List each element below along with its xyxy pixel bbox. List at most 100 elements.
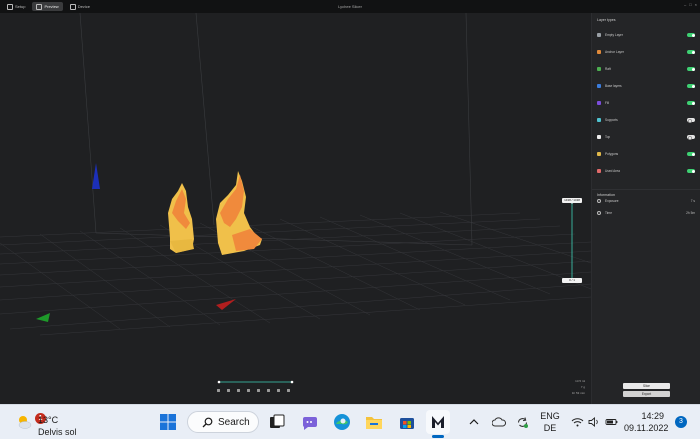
window-title: Lychee Slicer — [338, 4, 362, 9]
layer-types-title: Layer types — [597, 18, 616, 22]
export-button[interactable]: Export — [623, 391, 670, 397]
close-icon[interactable]: × — [695, 2, 697, 7]
playback-controls — [217, 389, 290, 392]
battery-icon — [605, 419, 617, 425]
clock-time: 14:29 — [641, 411, 664, 421]
search-label: Search — [218, 416, 250, 428]
layer-label: Empty Layer — [605, 33, 623, 37]
tab-setup[interactable]: Setup — [3, 2, 29, 11]
layer-visibility-toggle[interactable] — [687, 50, 695, 54]
layer-visibility-toggle[interactable] — [687, 101, 695, 105]
store-button[interactable] — [395, 410, 419, 434]
start-button[interactable] — [156, 410, 180, 434]
home-icon — [7, 3, 13, 10]
chat-icon — [302, 417, 317, 430]
taskbar-search[interactable]: Search — [187, 411, 259, 433]
layer-visibility-toggle[interactable] — [687, 152, 695, 156]
windows-icon — [160, 414, 176, 430]
cloud-icon — [492, 417, 506, 427]
weather-widget[interactable]: 1 13°C Delvis sol — [14, 410, 94, 437]
show-hidden-icons-button[interactable] — [466, 405, 482, 439]
lang-line1: ENG — [540, 411, 560, 421]
taskbar-clock[interactable]: 14:29 09.11.2022 — [624, 410, 669, 434]
right-panel: Layer types Empty Layer Anchor Layer Raft B… — [591, 13, 700, 404]
speaker-icon — [588, 417, 598, 427]
title-bar: Setup Preview Device Lychee Slicer – □ × — [0, 0, 700, 13]
layer-color-swatch — [597, 84, 601, 88]
layer-label: Polygons — [605, 152, 619, 156]
sync-button[interactable] — [513, 405, 531, 439]
x-axis-marker — [216, 299, 236, 310]
model-left[interactable] — [168, 183, 194, 253]
lychee-slicer-button[interactable] — [426, 410, 450, 434]
layers-icon — [36, 3, 43, 10]
layer-label: Anchor Layer — [605, 50, 624, 54]
z-axis-marker — [92, 163, 100, 189]
loop-icon — [287, 389, 290, 392]
partly-sunny-icon — [18, 416, 32, 429]
build-volume-edges — [79, 13, 473, 246]
task-view-button[interactable] — [265, 410, 289, 434]
tab-preview-label: Preview — [44, 4, 59, 9]
layer-color-swatch — [597, 67, 601, 71]
next-layer-icon — [267, 389, 270, 392]
window-controls: – □ × — [684, 2, 697, 7]
layer-row: Polygons — [597, 150, 695, 158]
layer-row: Supports — [597, 116, 695, 124]
taskbar: 1 13°C Delvis sol Search ENG DE 14:29 09… — [0, 404, 700, 439]
battery-button[interactable] — [603, 405, 619, 439]
exposure-icon — [597, 199, 601, 203]
layer-visibility-toggle[interactable] — [687, 84, 695, 88]
tab-device[interactable]: Device — [66, 2, 94, 11]
layer-visibility-toggle[interactable] — [687, 67, 695, 71]
clock-icon — [597, 211, 601, 215]
build-plate-scene — [0, 13, 591, 392]
first-layer-icon — [217, 389, 220, 392]
lychee-app-icon — [432, 416, 444, 428]
layer-color-swatch — [597, 50, 601, 54]
layer-visibility-toggle[interactable] — [687, 135, 695, 141]
slice-button[interactable]: Slice — [623, 383, 670, 389]
printer-icon — [69, 3, 76, 10]
volume-button[interactable] — [586, 405, 602, 439]
layer-visibility-toggle[interactable] — [687, 169, 695, 173]
weather-temp: 13°C — [38, 415, 59, 425]
maximize-icon[interactable]: □ — [689, 2, 691, 7]
layer-row: Base layers — [597, 82, 695, 90]
build-plate-grid — [0, 211, 591, 336]
layer-slider-top-label: 1438 / 1438 — [562, 198, 582, 203]
search-icon — [202, 417, 213, 427]
file-explorer-button[interactable] — [362, 410, 386, 434]
layer-label: Fill — [605, 101, 610, 105]
clock-date: 09.11.2022 — [624, 423, 669, 433]
layer-slider-bottom-label: 0 / 1 — [562, 278, 582, 283]
playback-slider-end — [290, 380, 294, 384]
notification-badge[interactable]: 3 — [675, 416, 687, 428]
teams-button[interactable] — [298, 410, 322, 434]
time-label: Time — [605, 211, 612, 215]
layer-visibility-toggle[interactable] — [687, 118, 695, 124]
layer-label: Supports — [605, 118, 618, 122]
wifi-icon — [571, 418, 583, 427]
layer-row: Anchor Layer — [597, 48, 695, 56]
store-icon — [400, 418, 414, 429]
input-language-indicator[interactable]: ENG DE — [536, 410, 564, 434]
weather-desc: Delvis sol — [38, 427, 77, 437]
exposure-label: Exposure — [605, 199, 619, 203]
network-button[interactable] — [569, 405, 585, 439]
edge-icon — [334, 414, 350, 430]
layer-visibility-toggle[interactable] — [687, 33, 695, 37]
3d-viewport[interactable]: 1438 / 1438 0 / 1 13.5 ml 7 g 1h 53 min — [0, 13, 591, 404]
exposure-row: Exposure 7 s — [597, 197, 695, 205]
minimize-icon[interactable]: – — [684, 2, 686, 7]
time-value: 2h 5m — [686, 211, 695, 215]
model-right[interactable] — [216, 171, 262, 255]
play-icon — [247, 389, 250, 392]
last-layer-icon — [277, 389, 280, 392]
layer-color-swatch — [597, 169, 601, 173]
edge-button[interactable] — [330, 410, 354, 434]
tab-preview[interactable]: Preview — [32, 2, 63, 11]
onedrive-button[interactable] — [490, 405, 508, 439]
layer-row: Fill — [597, 99, 695, 107]
tab-setup-label: Setup — [15, 4, 26, 9]
